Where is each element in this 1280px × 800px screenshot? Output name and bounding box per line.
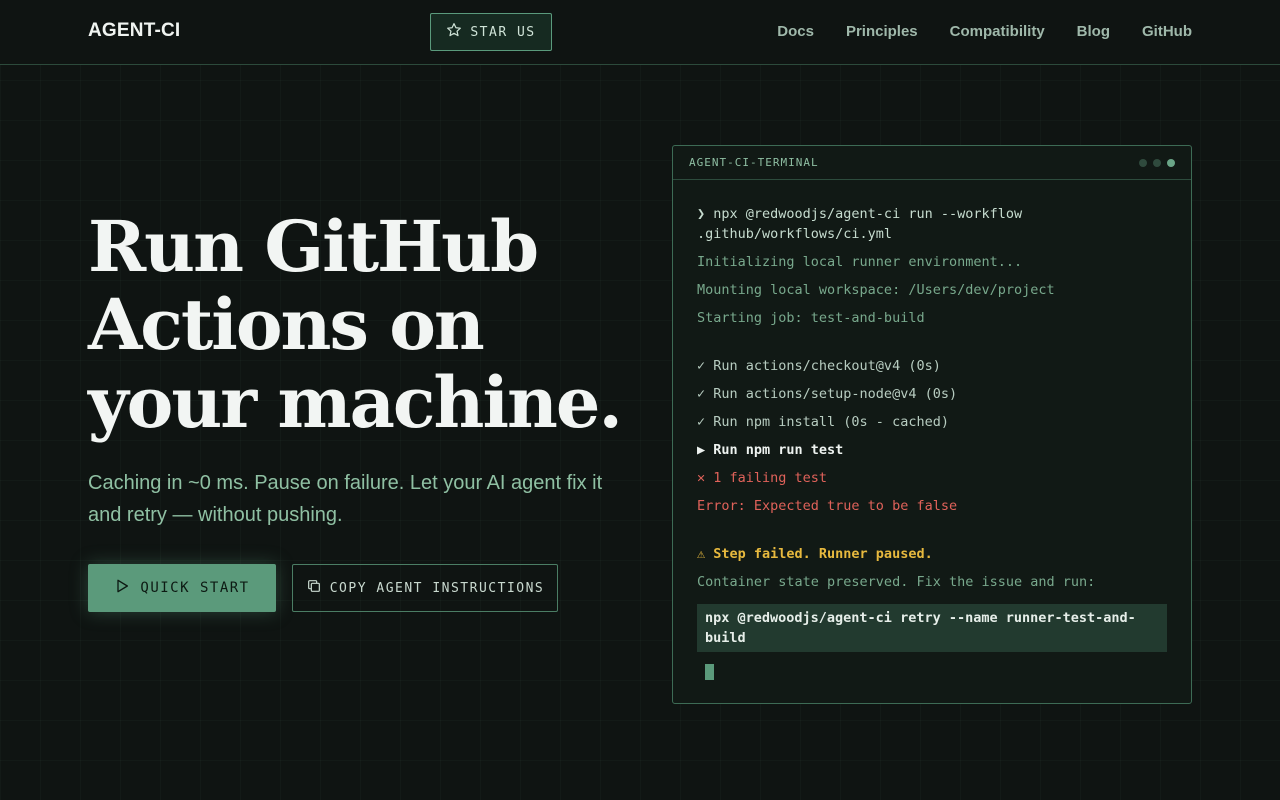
nav-link-compatibility[interactable]: Compatibility [950,23,1045,40]
nav-link-github[interactable]: GitHub [1142,23,1192,40]
window-dot [1139,158,1147,167]
terminal-step-checkout: ✓ Run actions/checkout@v4 (0s) [697,358,941,374]
hero-subtitle: Caching in ~0 ms. Pause on failure. Let … [88,472,603,526]
star-us-button[interactable]: STAR US [430,13,552,51]
terminal-command-line: ❯ npx @redwoodjs/agent-ci run --workflow… [697,206,1031,242]
top-navigation-bar: AGENT-CI STAR US Docs Principles Compati… [0,0,1280,65]
window-dot [1153,158,1161,167]
terminal-step-npm-test: ▶ Run npm run test [697,442,844,458]
star-us-label: STAR US [470,24,536,40]
terminal-step-npm-install: ✓ Run npm install (0s - cached) [697,414,949,430]
quick-start-label: QUICK START [140,580,250,596]
terminal-line-mount: Mounting local workspace: /Users/dev/pro… [697,282,1055,298]
terminal-line-init: Initializing local runner environment... [697,254,1023,270]
terminal-output: ❯ npx @redwoodjs/agent-ci run --workflow… [673,180,1191,686]
terminal-title: AGENT-CI-TERMINAL [689,156,819,169]
quick-start-button[interactable]: QUICK START [88,564,276,612]
terminal-header: AGENT-CI-TERMINAL [673,146,1191,180]
window-controls [1139,158,1175,167]
terminal-cursor [705,664,714,680]
hero-title: Run GitHub Actions on your machine. [88,205,623,444]
terminal-failing-test: ✕ 1 failing test [697,470,828,486]
copy-agent-instructions-button[interactable]: COPY AGENT INSTRUCTIONS [292,564,558,612]
nav-link-blog[interactable]: Blog [1077,23,1110,40]
copy-icon [306,578,322,598]
copy-agent-instructions-label: COPY AGENT INSTRUCTIONS [329,580,545,596]
main-nav: Docs Principles Compatibility Blog GitHu… [777,23,1192,40]
nav-link-docs[interactable]: Docs [777,23,814,40]
logo[interactable]: AGENT-CI [88,20,180,42]
window-dot-active [1167,158,1175,167]
terminal-warning-paused: ⚠ Step failed. Runner paused. [697,546,933,562]
terminal-window: AGENT-CI-TERMINAL ❯ npx @redwoodjs/agent… [672,145,1192,704]
terminal-error-message: Error: Expected true to be false [697,498,958,514]
terminal-line-job: Starting job: test-and-build [697,310,925,326]
terminal-step-setup-node: ✓ Run actions/setup-node@v4 (0s) [697,386,958,402]
star-icon [446,22,462,42]
terminal-line-preserved: Container state preserved. Fix the issue… [697,574,1096,590]
play-icon [114,578,130,598]
nav-link-principles[interactable]: Principles [846,23,918,40]
retry-command[interactable]: npx @redwoodjs/agent-ci retry --name run… [697,604,1167,652]
